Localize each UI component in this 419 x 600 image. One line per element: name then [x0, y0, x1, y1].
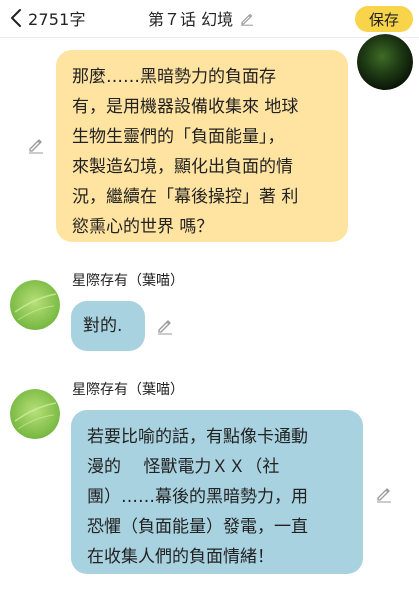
- sender-name: 星際存有（葉喵）: [72, 273, 184, 289]
- character-count: 2751字: [28, 10, 86, 29]
- sender-avatar[interactable]: [10, 389, 60, 439]
- green-leaf-avatar: [10, 280, 60, 330]
- save-button[interactable]: 保存: [355, 6, 413, 32]
- chapter-title: 第７话 幻境: [148, 10, 234, 29]
- green-leaf-avatar: [10, 389, 60, 439]
- user-avatar[interactable]: [357, 34, 413, 90]
- back-button[interactable]: 2751字: [8, 6, 86, 30]
- message-bubble-left[interactable]: 若要比喻的話，有點像卡通動 漫的 怪獸電力ＸＸ（社 團）……幕後的黑暗勢力，用 …: [71, 410, 363, 574]
- pencil-icon[interactable]: [27, 136, 45, 154]
- message-bubble-right[interactable]: 那麼……黑暗勢力的負面存 有，是用機器設備收集來 地球 生物生靈們的「負面能量」…: [56, 50, 348, 242]
- pencil-icon[interactable]: [375, 485, 393, 503]
- top-bar: 2751字 第７话 幻境 保存: [0, 0, 419, 38]
- pencil-icon[interactable]: [239, 10, 255, 26]
- message-bubble-left[interactable]: 對的.: [71, 301, 145, 351]
- sender-name: 星際存有（葉喵）: [72, 382, 184, 398]
- pencil-icon[interactable]: [156, 317, 174, 335]
- chapter-title-area[interactable]: 第７话 幻境: [148, 6, 255, 30]
- dark-green-orb-avatar: [357, 34, 413, 90]
- sender-avatar[interactable]: [10, 280, 60, 330]
- chevron-left-icon: [11, 9, 21, 27]
